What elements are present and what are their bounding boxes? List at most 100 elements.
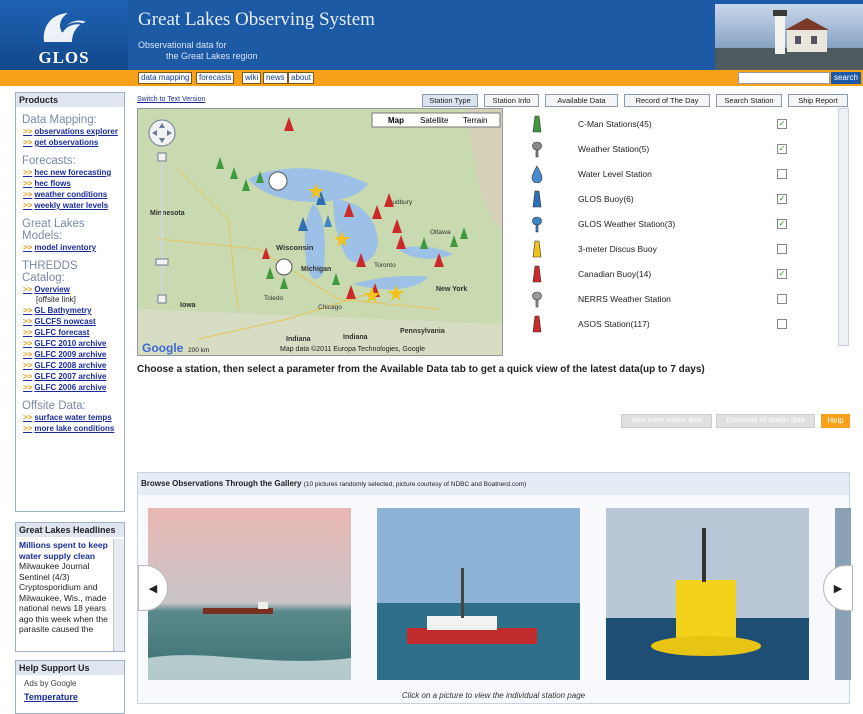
glos-weather-icon — [532, 216, 542, 233]
station-type-row: Weather Station(5) ✓ — [509, 139, 837, 159]
gallery-photo-coast-guard[interactable] — [377, 508, 580, 680]
tagline-line-2: the Great Lakes region — [166, 51, 258, 61]
link-glfc-2008[interactable]: >> GLFC 2008 archive — [16, 360, 124, 371]
zoom-out-icon[interactable] — [157, 294, 167, 304]
tagline-line-1: Observational data for — [138, 40, 227, 50]
link-get-observations[interactable]: >> get observations — [16, 137, 124, 148]
link-glcfs-nowcast[interactable]: >> GLCFS nowcast — [16, 316, 124, 327]
tab-search-station[interactable]: Search Station — [716, 94, 782, 107]
download-all-button[interactable]: Download all station data — [716, 414, 815, 428]
water-drop-icon — [531, 165, 543, 183]
link-glfc-2006[interactable]: >> GLFC 2006 archive — [16, 382, 124, 393]
map-label-toronto: Toronto — [374, 262, 396, 269]
gallery-header: Browse Observations Through the Gallery … — [138, 473, 849, 495]
tab-station-type[interactable]: Station Type — [422, 94, 478, 107]
station-type-label: ASOS Station(117) — [578, 319, 650, 329]
section-offsite: Offsite Data: — [22, 400, 86, 412]
link-glfc-2010[interactable]: >> GLFC 2010 archive — [16, 338, 124, 349]
station-type-checkbox[interactable]: ✓ — [777, 119, 787, 129]
link-more-lake-conditions[interactable]: >> more lake conditions — [16, 423, 124, 434]
station-type-list: C-Man Stations(45) ✓ Weather Station(5) ✓ Wa… — [509, 108, 837, 346]
search-input[interactable] — [738, 72, 830, 84]
help-button[interactable]: Help — [821, 414, 850, 428]
station-type-label: Water Level Station — [578, 169, 652, 179]
logo-text: GLOS — [38, 48, 90, 67]
station-type-label: GLOS Buoy(6) — [578, 194, 634, 204]
zoom-in-icon[interactable] — [157, 152, 167, 162]
station-type-checkbox[interactable]: ✓ — [777, 269, 787, 279]
station-type-checkbox[interactable] — [777, 169, 787, 179]
map-label-pennsylvania: Pennsylvania — [400, 328, 445, 335]
map-label-iowa: Iowa — [180, 302, 196, 309]
nav-data-mapping[interactable]: data mapping — [138, 72, 193, 84]
gallery-photo-ship[interactable] — [148, 508, 351, 680]
link-model-inventory[interactable]: >> model inventory — [16, 242, 124, 253]
support-link[interactable]: Temperature — [16, 692, 124, 702]
map-label-toledo: Chicago — [318, 304, 342, 311]
station-map[interactable]: Wisconsin Michigan New York Pennsylvania… — [137, 108, 503, 356]
section-thredds: THREDDS Catalog: — [22, 260, 78, 284]
gallery-caption: Click on a picture to view the individua… — [401, 691, 586, 700]
gallery-photo-buoy[interactable] — [606, 508, 809, 680]
link-weekly-water-levels[interactable]: >> weekly water levels — [16, 200, 124, 211]
map-type-terrain[interactable]: Terrain — [463, 116, 487, 125]
map-type-map[interactable]: Map — [388, 116, 404, 125]
map-type-satellite[interactable]: Satellite — [420, 116, 449, 125]
link-overview[interactable]: >> Overview — [16, 284, 124, 295]
station-type-label: Canadian Buoy(14) — [578, 269, 652, 279]
station-list-scrollbar[interactable] — [838, 108, 849, 346]
link-gl-bathymetry[interactable]: >> GL Bathymetry — [16, 305, 124, 316]
station-type-row: NERRS Weather Station — [509, 289, 837, 309]
station-type-checkbox[interactable] — [777, 319, 787, 329]
tab-station-info[interactable]: Station Info — [484, 94, 539, 107]
headlines-box: Great Lakes Headlines Millions spent to … — [15, 522, 125, 652]
asos-marker-icon — [532, 315, 542, 333]
view-more-button[interactable]: View more station data — [621, 414, 712, 428]
station-type-checkbox[interactable] — [777, 294, 787, 304]
link-glfc-2007[interactable]: >> GLFC 2007 archive — [16, 371, 124, 382]
headlines-scrollbar[interactable] — [113, 539, 124, 651]
station-type-label: 3-meter Discus Buoy — [578, 244, 657, 254]
link-hec-new-forecasting[interactable]: >> hec new forecasting — [16, 167, 124, 178]
link-surface-water-temps[interactable]: >> surface water temps — [16, 412, 124, 423]
nerrs-weather-icon — [532, 291, 542, 308]
station-type-checkbox[interactable]: ✓ — [777, 144, 787, 154]
map-label-chicago: Toledo — [264, 295, 284, 302]
nav-about[interactable]: about — [288, 72, 315, 84]
text-version-link[interactable]: Switch to Text Version — [137, 96, 205, 103]
tab-ship-report[interactable]: Ship Report — [788, 94, 848, 107]
link-weather-conditions[interactable]: >> weather conditions — [16, 189, 124, 200]
discus-buoy-icon — [532, 240, 542, 258]
products-sidebar: Products Data Mapping: >> observations ex… — [15, 92, 125, 512]
weather-station-icon — [532, 141, 542, 158]
sidebar-heading: Products — [16, 93, 124, 107]
logo[interactable]: GLOS — [0, 0, 128, 70]
offsite-note: [offsite link] — [36, 295, 76, 304]
link-glfc-forecast[interactable]: >> GLFC forecast — [16, 327, 124, 338]
station-type-row: 3-meter Discus Buoy — [509, 239, 837, 259]
map-label-ohio: Indiana — [343, 334, 368, 341]
wave-logo-icon — [43, 13, 86, 42]
link-glfc-2009[interactable]: >> GLFC 2009 archive — [16, 349, 124, 360]
nav-forecasts[interactable]: forecasts — [196, 72, 235, 84]
nav-wiki[interactable]: wiki — [242, 72, 262, 84]
tab-available-data[interactable]: Available Data — [545, 94, 618, 107]
map-label-wisconsin: Wisconsin — [276, 243, 314, 252]
gallery-next-icon[interactable]: ▶ — [823, 565, 853, 611]
map-label-ottawa: Ottawa — [430, 229, 451, 236]
search-button[interactable]: search — [831, 72, 861, 84]
glos-buoy-icon — [532, 190, 542, 208]
link-observations-explorer[interactable]: >> observations explorer — [16, 126, 124, 137]
site-title: Great Lakes Observing System — [138, 9, 375, 30]
link-hec-flows[interactable]: >> hec flows — [16, 178, 124, 189]
station-type-checkbox[interactable]: ✓ — [777, 219, 787, 229]
canadian-buoy-icon — [532, 265, 542, 283]
tab-record-of-day[interactable]: Record of The Day — [624, 94, 710, 107]
station-type-row: ASOS Station(117) — [509, 314, 837, 334]
zoom-slider-handle[interactable] — [155, 258, 169, 266]
station-type-row: GLOS Buoy(6) ✓ — [509, 189, 837, 209]
headline-link[interactable]: Millions spent to keep water supply clea… — [19, 540, 110, 561]
station-type-checkbox[interactable]: ✓ — [777, 194, 787, 204]
station-type-checkbox[interactable] — [777, 244, 787, 254]
nav-news[interactable]: news — [263, 72, 288, 84]
